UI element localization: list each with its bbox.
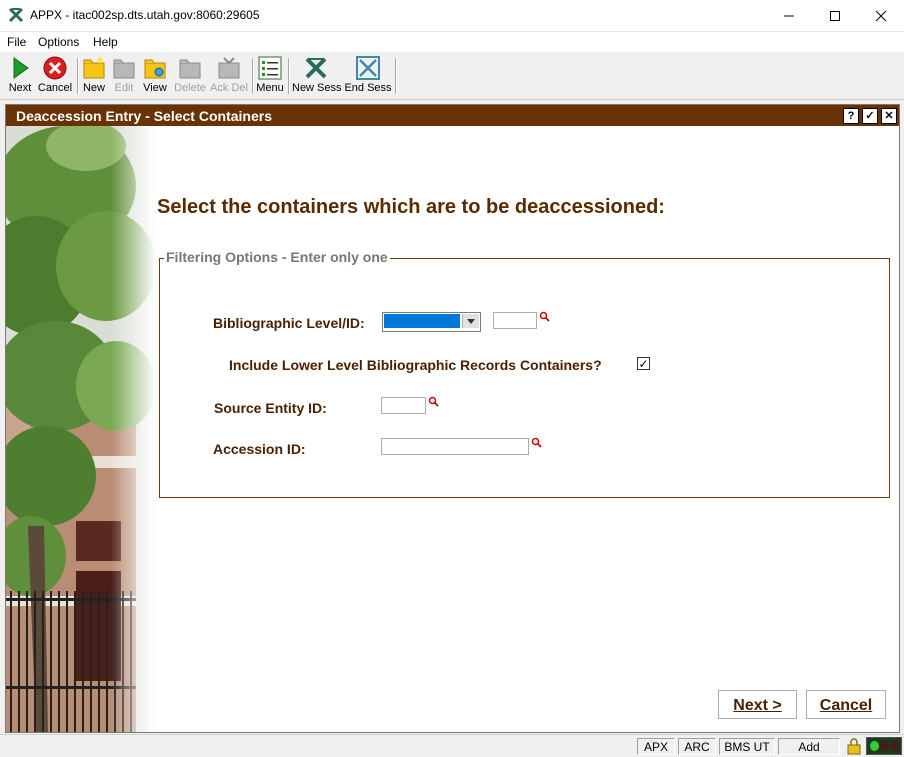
decorative-building-image [6,126,156,732]
menu-list-icon [258,56,282,80]
next-button[interactable]: Next > [718,690,797,719]
new-folder-icon [83,57,105,79]
chevron-down-icon[interactable] [462,314,479,328]
play-icon [13,57,29,79]
end-session-icon [356,56,380,80]
source-entity-label: Source Entity ID: [214,400,327,416]
ok-button[interactable]: ✓ [862,108,878,124]
toolbar-separator [288,58,290,94]
include-lower-level-checkbox[interactable]: ✓ [637,357,650,370]
maximize-button[interactable] [812,0,858,31]
menu-file[interactable]: File [7,35,26,49]
menu-help[interactable]: Help [93,35,118,49]
connection-status-icon [866,737,902,755]
accession-id-input[interactable] [381,438,529,455]
maximize-icon [830,10,840,21]
bibliographic-level-label: Bibliographic Level/ID: [213,315,365,331]
lookup-magnifier-icon[interactable] [531,437,542,448]
dropdown-selection [384,314,460,328]
frame-close-button[interactable]: ✕ [881,108,897,124]
status-arc: ARC [678,738,716,755]
lookup-magnifier-icon[interactable] [428,396,439,407]
toolbar-separator [395,58,397,94]
toolbar: Next Cancel New Edit View Delete Ack Del… [0,52,904,100]
cancel-icon [43,56,67,80]
toolbar-ack-del-button: Ack Del [210,54,248,97]
toolbar-new-sess-button[interactable]: New Sess [292,54,342,97]
status-mode: Add [778,738,840,755]
minimize-button[interactable] [766,0,812,31]
status-bms: BMS UT [719,738,775,755]
toolbar-view-button[interactable]: View [140,54,170,97]
filtering-options-legend: Filtering Options - Enter only one [164,249,390,265]
deaccession-form-frame: Deaccession Entry - Select Containers ? … [5,104,900,733]
close-window-button[interactable] [858,0,904,31]
toolbar-end-sess-button[interactable]: End Sess [344,54,392,97]
toolbar-new-button[interactable]: New [80,54,108,97]
toolbar-edit-button: Edit [110,54,138,97]
form-heading: Select the containers which are to be de… [157,196,665,218]
view-folder-icon [144,59,166,79]
window-titlebar: APPX - itac002sp.dts.utah.gov:8060:29605 [0,0,904,32]
edit-folder-icon [113,59,135,79]
include-lower-level-label: Include Lower Level Bibliographic Record… [229,357,602,373]
bibliographic-id-input[interactable] [493,312,537,329]
source-entity-input[interactable] [381,397,426,414]
toolbar-menu-button[interactable]: Menu [255,54,285,97]
status-apx: APX [637,738,675,755]
lookup-magnifier-icon[interactable] [539,311,550,322]
lock-icon [847,738,861,755]
frame-title: Deaccession Entry - Select Containers [16,108,272,124]
ack-delete-icon [218,57,240,79]
toolbar-separator [77,58,79,94]
status-bar: APX ARC BMS UT Add [0,734,904,757]
window-title: APPX - itac002sp.dts.utah.gov:8060:29605 [30,8,260,22]
minimize-icon [784,15,794,16]
delete-folder-icon [179,59,201,79]
toolbar-next-button[interactable]: Next [4,54,36,97]
accession-id-label: Accession ID: [213,441,306,457]
new-session-icon [305,57,327,79]
toolbar-separator [252,58,254,94]
help-button[interactable]: ? [843,108,859,124]
appx-logo-icon [8,7,24,23]
toolbar-delete-button: Delete [173,54,207,97]
filtering-options-group [159,258,890,498]
close-icon [875,10,887,21]
frame-header: Deaccession Entry - Select Containers ? … [6,105,899,126]
cancel-button[interactable]: Cancel [806,690,886,719]
bibliographic-level-dropdown[interactable] [382,312,481,332]
toolbar-cancel-button[interactable]: Cancel [37,54,73,97]
menu-options[interactable]: Options [38,35,79,49]
menu-bar: File Options Help [0,32,904,52]
